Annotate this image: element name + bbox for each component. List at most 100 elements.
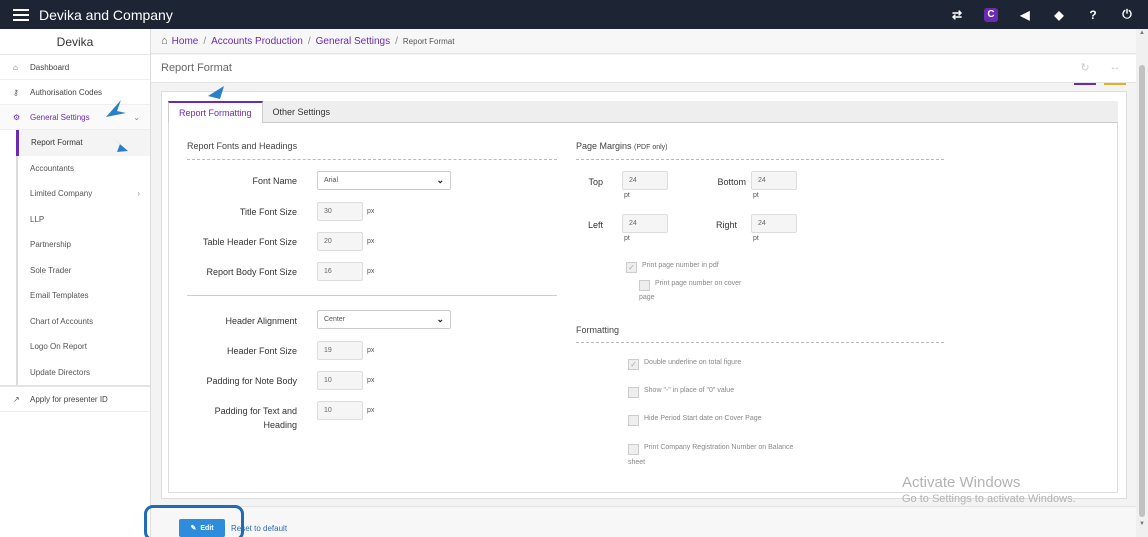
padding-note-body-label: Padding for Note Body [206, 376, 297, 386]
sidebar-subitem-update-directors[interactable]: Update Directors [16, 359, 150, 385]
double-underline-label: Double underline on total figure [644, 359, 742, 366]
margin-top-label: Top [588, 177, 603, 187]
sidebar-item-label: Authorisation Codes [30, 87, 103, 97]
font-name-select[interactable]: Arial ⌄ [317, 171, 451, 190]
padding-text-heading-input[interactable]: 10 [317, 401, 363, 420]
print-page-number-cover-option[interactable]: Print page number on cover [639, 280, 741, 291]
show-dash-option[interactable]: Show "-" in place of "0" value [628, 387, 734, 398]
help-icon[interactable]: ? [1086, 8, 1100, 22]
sidebar-subitem-partnership[interactable]: Partnership [16, 232, 150, 258]
section-divider [187, 295, 557, 296]
hamburger-menu-icon[interactable] [13, 8, 29, 21]
expand-icon[interactable]: ↔ [1104, 61, 1126, 85]
sidebar-subitem-llp[interactable]: LLP [16, 206, 150, 232]
header-font-size-label: Header Font Size [226, 346, 297, 356]
breadcrumb-accounts-production[interactable]: Accounts Production [211, 36, 303, 47]
table-header-font-size-input[interactable]: 20 [317, 232, 363, 251]
print-reg-number-option[interactable]: Print Company Registration Number on Bal… [628, 444, 793, 455]
megaphone-icon[interactable]: ◀ [1018, 8, 1032, 22]
tab-content: Report Fonts and Headings Font Name Aria… [168, 123, 1118, 493]
scroll-down-icon[interactable]: ▼ [1139, 521, 1145, 527]
page-header: Report Format ↻ ↔ [151, 55, 1136, 85]
sidebar-subitem-sole-trader[interactable]: Sole Trader [16, 257, 150, 283]
chevron-down-icon: ⌄ [133, 112, 140, 122]
hide-period-option[interactable]: Hide Period Start date on Cover Page [628, 415, 762, 426]
tag-icon[interactable]: ◆ [1052, 8, 1066, 22]
padding-note-body-input[interactable]: 10 [317, 371, 363, 390]
breadcrumb-home[interactable]: Home [172, 36, 199, 47]
scroll-up-icon[interactable]: ▲ [1139, 30, 1145, 36]
print-page-number-checkbox[interactable]: ✓ [626, 262, 637, 273]
annotation-highlight-box [144, 505, 244, 537]
sidebar-subitem-logo-on-report[interactable]: Logo On Report [16, 334, 150, 360]
tab-report-formatting[interactable]: Report Formatting [168, 101, 263, 124]
margin-right-input[interactable]: 24 [751, 214, 797, 233]
print-page-number-label: Print page number in pdf [642, 262, 719, 269]
print-page-number-cover-label-line2: page [639, 294, 655, 301]
double-underline-checkbox[interactable]: ✓ [628, 359, 639, 370]
section-divider [576, 159, 944, 160]
print-page-number-option[interactable]: ✓ Print page number in pdf [626, 262, 719, 273]
sidebar-subitem-accountants[interactable]: Accountants [16, 155, 150, 181]
show-dash-checkbox[interactable] [628, 387, 639, 398]
padding-text-heading-label-2: Heading [263, 420, 297, 430]
cogs-icon: ⚙ [13, 112, 21, 122]
sidebar-subitem-label: Chart of Accounts [30, 316, 94, 326]
print-page-number-cover-checkbox[interactable] [639, 280, 650, 291]
report-body-font-size-input[interactable]: 16 [317, 262, 363, 281]
power-icon[interactable]: ⏻ [1120, 7, 1134, 22]
sidebar-item-general-settings[interactable]: ⚙ General Settings ⌄ [0, 105, 150, 130]
watermark-line-1: Activate Windows [902, 474, 1021, 491]
unit-px: px [367, 347, 375, 354]
margins-title-text: Page Margins [576, 141, 632, 151]
print-reg-number-checkbox[interactable] [628, 444, 639, 455]
title-font-size-input[interactable]: 30 [317, 202, 363, 221]
sidebar-item-label: Dashboard [30, 62, 70, 72]
header-alignment-select[interactable]: Center ⌄ [317, 310, 451, 329]
chevron-right-icon: › [137, 189, 140, 199]
tab-other-settings[interactable]: Other Settings [263, 101, 341, 122]
scrollbar[interactable] [1136, 29, 1148, 537]
sidebar-subitem-email-templates[interactable]: Email Templates [16, 283, 150, 309]
sidebar-subitem-report-format[interactable]: Report Format [16, 130, 150, 156]
print-reg-number-label-line2: sheet [628, 459, 645, 466]
margin-top-input[interactable]: 24 [622, 171, 668, 190]
external-link-icon: ↗ [13, 394, 20, 404]
sidebar-subitem-chart-of-accounts[interactable]: Chart of Accounts [16, 308, 150, 334]
exchange-icon[interactable]: ⇄ [950, 8, 964, 22]
unit-pt: pt [624, 235, 630, 242]
table-header-font-size-label: Table Header Font Size [202, 237, 297, 247]
sidebar-item-dashboard[interactable]: ⌂ Dashboard [0, 55, 150, 80]
scrollbar-thumb[interactable] [1139, 65, 1145, 517]
header-font-size-input[interactable]: 19 [317, 341, 363, 360]
refresh-icon[interactable]: ↻ [1074, 61, 1096, 85]
sidebar-item-authorisation-codes[interactable]: ⚷ Authorisation Codes [0, 80, 150, 105]
sidebar-subitem-label: Report Format [31, 138, 83, 148]
sidebar-subitem-label: Email Templates [30, 291, 89, 301]
font-name-value: Arial [324, 177, 339, 184]
breadcrumb-separator: / [395, 35, 398, 47]
section-divider [576, 342, 944, 343]
sidebar-item-apply-presenter-id[interactable]: ↗ Apply for presenter ID [0, 387, 150, 412]
unit-px: px [367, 377, 375, 384]
report-body-font-size-label: Report Body Font Size [206, 267, 297, 277]
double-underline-option[interactable]: ✓ Double underline on total figure [628, 359, 741, 370]
sidebar-subitem-label: Limited Company [30, 189, 93, 199]
header-alignment-label: Header Alignment [225, 316, 297, 326]
sidebar-subitem-label: Accountants [30, 163, 75, 173]
hide-period-checkbox[interactable] [628, 415, 639, 426]
brand-c-icon[interactable]: C [984, 7, 998, 22]
section-divider [187, 159, 557, 160]
breadcrumb: ⌂ Home / Accounts Production / General S… [151, 29, 1148, 54]
margin-left-input[interactable]: 24 [622, 214, 668, 233]
show-dash-label: Show "-" in place of "0" value [644, 387, 735, 394]
unit-px: px [367, 407, 375, 414]
margin-right-label: Right [715, 220, 737, 230]
key-icon: ⚷ [13, 87, 19, 97]
margin-bottom-label: Bottom [717, 177, 746, 187]
title-font-size-label: Title Font Size [239, 207, 297, 217]
margin-bottom-input[interactable]: 24 [751, 171, 797, 190]
breadcrumb-general-settings[interactable]: General Settings [316, 36, 391, 47]
print-page-number-cover-label: Print page number on cover [655, 280, 742, 287]
sidebar-subitem-limited-company[interactable]: Limited Company › [16, 181, 150, 207]
